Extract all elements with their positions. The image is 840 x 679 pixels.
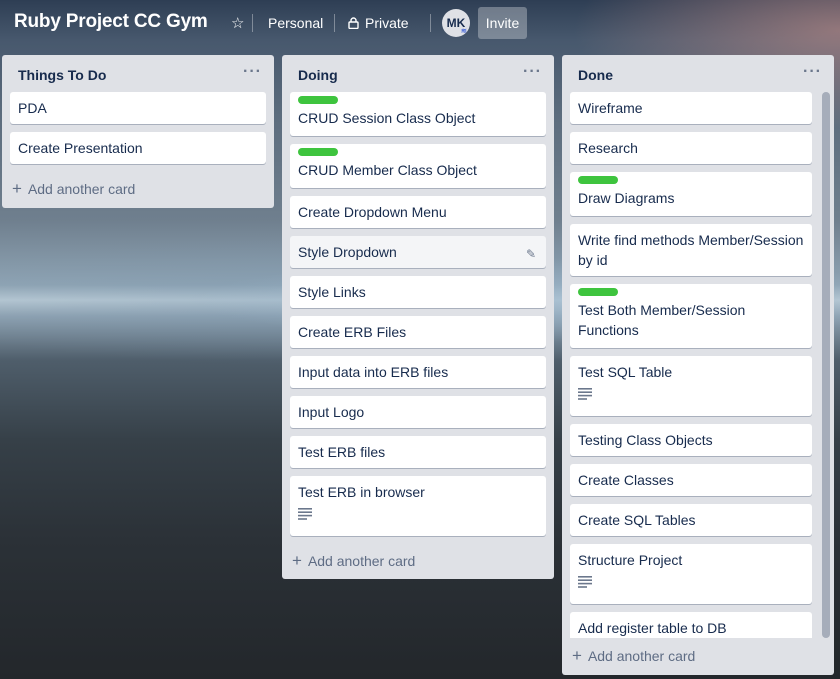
board-title[interactable]: Ruby Project CC Gym xyxy=(14,11,208,33)
list-card[interactable]: Test ERB in browser xyxy=(290,476,546,536)
card-title: Wireframe xyxy=(578,100,643,116)
plus-icon: + xyxy=(292,551,302,570)
list-card[interactable]: Test SQL Table xyxy=(570,356,812,416)
description-icon xyxy=(298,508,312,520)
card-title: Create Classes xyxy=(578,472,674,488)
list-header[interactable]: Things To Do ··· xyxy=(2,55,274,93)
card-title: Draw Diagrams xyxy=(578,190,675,206)
list-card[interactable]: CRUD Session Class Object xyxy=(290,92,546,136)
list-card[interactable]: Wireframe xyxy=(570,92,812,124)
green-label[interactable] xyxy=(298,96,338,104)
list-card[interactable]: Research xyxy=(570,132,812,164)
pencil-icon[interactable]: ✎ xyxy=(526,244,536,264)
list-header[interactable]: Doing ··· xyxy=(282,55,554,93)
board-header: Ruby Project CC Gym ☆ Personal Private M… xyxy=(0,0,840,46)
list-card[interactable]: Create Dropdown Menu xyxy=(290,196,546,228)
add-card-button[interactable]: + Add another card xyxy=(12,179,136,198)
avatar[interactable]: MK ≋ xyxy=(442,9,470,37)
private-label: Private xyxy=(365,15,409,31)
card-scroll-area: Wireframe Research Draw Diagrams Write f… xyxy=(562,92,820,638)
card-title: Test ERB in browser xyxy=(298,484,425,500)
description-icon xyxy=(578,576,592,588)
card-title: Create SQL Tables xyxy=(578,512,696,528)
card-title: CRUD Session Class Object xyxy=(298,110,476,126)
admin-badge-icon: ≋ xyxy=(461,28,467,35)
list-doing: Doing ··· CRUD Session Class Object CRUD… xyxy=(282,55,554,579)
list-card[interactable]: Test ERB files xyxy=(290,436,546,468)
list-card[interactable]: PDA xyxy=(10,92,266,124)
divider xyxy=(430,14,431,32)
card-title: Test Both Member/Session Functions xyxy=(578,302,746,338)
list-card[interactable]: Create Classes xyxy=(570,464,812,496)
list-card[interactable]: CRUD Member Class Object xyxy=(290,144,546,188)
card-title: Structure Project xyxy=(578,552,683,568)
description-icon xyxy=(578,388,592,400)
add-card-label: Add another card xyxy=(587,648,696,664)
card-title: Write find methods Member/Session by id xyxy=(578,232,804,268)
add-card-button[interactable]: + Add another card xyxy=(572,646,696,665)
card-title: Testing Class Objects xyxy=(578,432,713,448)
card-title: Create ERB Files xyxy=(298,324,407,340)
list-card[interactable]: Input Logo xyxy=(290,396,546,428)
vertical-scrollbar[interactable] xyxy=(822,92,830,638)
divider xyxy=(334,14,335,32)
list-card[interactable]: Write find methods Member/Session by id xyxy=(570,224,812,276)
card-title: Create Presentation xyxy=(18,140,143,156)
list-card[interactable]: Style Dropdown ✎ xyxy=(290,236,546,268)
green-label[interactable] xyxy=(298,148,338,156)
list-title[interactable]: Doing xyxy=(298,67,338,83)
card-title: PDA xyxy=(18,100,47,116)
card-title: Test ERB files xyxy=(298,444,386,460)
list-card[interactable]: Structure Project xyxy=(570,544,812,604)
green-label[interactable] xyxy=(578,176,618,184)
list-card[interactable]: Input data into ERB files xyxy=(290,356,546,388)
list-card[interactable]: Create Presentation xyxy=(10,132,266,164)
list-card[interactable]: Style Links xyxy=(290,276,546,308)
add-card-label: Add another card xyxy=(307,553,416,569)
card-title: Test SQL Table xyxy=(578,364,673,380)
list-header[interactable]: Done ··· xyxy=(562,55,834,93)
list-title[interactable]: Things To Do xyxy=(18,67,106,83)
star-icon[interactable]: ☆ xyxy=(227,10,248,36)
lock-icon xyxy=(348,17,359,29)
list-card[interactable]: Testing Class Objects xyxy=(570,424,812,456)
card-title: Research xyxy=(578,140,638,156)
list-things-to-do: Things To Do ··· PDA Create Presentation… xyxy=(2,55,274,208)
scrollbar-thumb[interactable] xyxy=(822,92,830,638)
add-card-button[interactable]: + Add another card xyxy=(292,551,416,570)
list-card[interactable]: Draw Diagrams xyxy=(570,172,812,216)
card-title: Input data into ERB files xyxy=(298,364,449,380)
plus-icon: + xyxy=(12,179,22,198)
card-title: Style Dropdown xyxy=(298,244,397,260)
divider xyxy=(252,14,253,32)
card-title: Create Dropdown Menu xyxy=(298,204,447,220)
list-card[interactable]: Create ERB Files xyxy=(290,316,546,348)
card-title: CRUD Member Class Object xyxy=(298,162,477,178)
invite-button[interactable]: Invite xyxy=(478,7,527,39)
private-button[interactable]: Private xyxy=(344,10,413,36)
card-title: Style Links xyxy=(298,284,366,300)
card-title: Input Logo xyxy=(298,404,365,420)
more-options-icon[interactable]: ··· xyxy=(243,63,262,81)
card-title: Add register table to DB xyxy=(578,620,727,636)
add-card-label: Add another card xyxy=(27,181,136,197)
list-done: Done ··· Wireframe Research Draw Diagram… xyxy=(562,55,834,675)
personal-button[interactable]: Personal xyxy=(264,10,327,36)
list-title[interactable]: Done xyxy=(578,67,613,83)
list-card[interactable]: Create SQL Tables xyxy=(570,504,812,536)
list-card[interactable]: Add register table to DB xyxy=(570,612,812,638)
plus-icon: + xyxy=(572,646,582,665)
more-options-icon[interactable]: ··· xyxy=(803,63,822,81)
more-options-icon[interactable]: ··· xyxy=(523,63,542,81)
green-label[interactable] xyxy=(578,288,618,296)
list-card[interactable]: Test Both Member/Session Functions xyxy=(570,284,812,348)
